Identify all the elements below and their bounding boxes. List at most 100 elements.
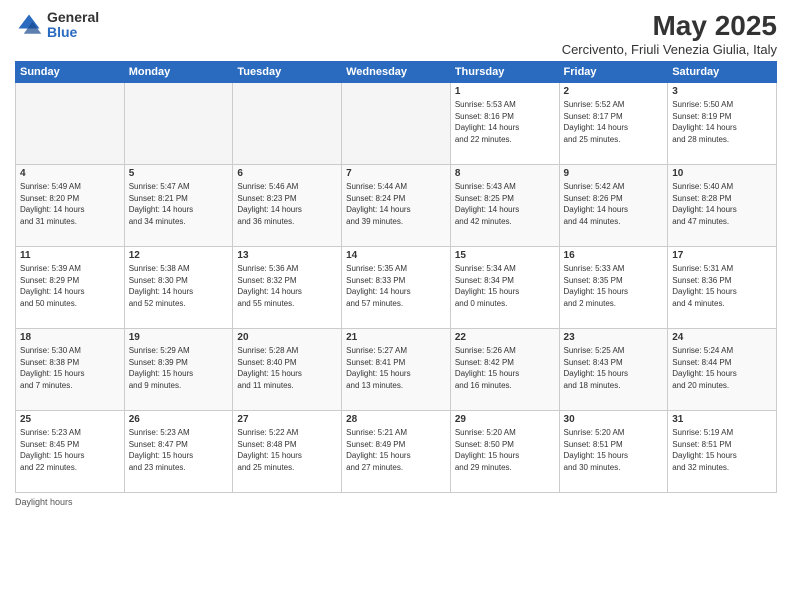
calendar-page: General Blue May 2025 Cercivento, Friuli… bbox=[0, 0, 792, 612]
day-info: Sunrise: 5:35 AM Sunset: 8:33 PM Dayligh… bbox=[346, 263, 446, 309]
day-number: 27 bbox=[237, 414, 337, 425]
day-number: 8 bbox=[455, 168, 555, 179]
calendar-week-5: 25Sunrise: 5:23 AM Sunset: 8:45 PM Dayli… bbox=[16, 411, 777, 493]
calendar-body: 1Sunrise: 5:53 AM Sunset: 8:16 PM Daylig… bbox=[16, 83, 777, 493]
day-number: 19 bbox=[129, 332, 229, 343]
day-number: 17 bbox=[672, 250, 772, 261]
day-info: Sunrise: 5:50 AM Sunset: 8:19 PM Dayligh… bbox=[672, 99, 772, 145]
dow-friday: Friday bbox=[559, 62, 668, 83]
logo-general: General bbox=[47, 10, 99, 25]
dow-sunday: Sunday bbox=[16, 62, 125, 83]
day-number: 6 bbox=[237, 168, 337, 179]
calendar-cell: 25Sunrise: 5:23 AM Sunset: 8:45 PM Dayli… bbox=[16, 411, 125, 493]
day-info: Sunrise: 5:20 AM Sunset: 8:51 PM Dayligh… bbox=[564, 427, 664, 473]
day-number: 26 bbox=[129, 414, 229, 425]
day-number: 28 bbox=[346, 414, 446, 425]
calendar-cell: 15 Sunrise: 5:34 AM Sunset: 8:34 PM Dayli… bbox=[450, 247, 559, 329]
calendar-cell: 17 Sunrise: 5:31 AM Sunset: 8:36 PM Dayli… bbox=[668, 247, 777, 329]
day-info: Sunrise: 5:46 AM Sunset: 8:23 PM Dayligh… bbox=[237, 181, 337, 227]
calendar-cell: 16 Sunrise: 5:33 AM Sunset: 8:35 PM Dayli… bbox=[559, 247, 668, 329]
day-number: 14 bbox=[346, 250, 446, 261]
footer-note: Daylight hours bbox=[15, 497, 777, 507]
day-number: 18 bbox=[20, 332, 120, 343]
logo-icon bbox=[15, 11, 43, 39]
day-info: Sunrise: 5:53 AM Sunset: 8:16 PM Dayligh… bbox=[455, 99, 555, 145]
calendar-cell: 28Sunrise: 5:21 AM Sunset: 8:49 PM Dayli… bbox=[342, 411, 451, 493]
calendar-cell: 19 Sunrise: 5:29 AM Sunset: 8:39 PM Dayli… bbox=[124, 329, 233, 411]
day-number: 15 bbox=[455, 250, 555, 261]
day-number: 16 bbox=[564, 250, 664, 261]
day-info: Sunrise: 5:29 AM Sunset: 8:39 PM Dayligh… bbox=[129, 345, 229, 391]
day-info: Sunrise: 5:19 AM Sunset: 8:51 PM Dayligh… bbox=[672, 427, 772, 473]
calendar-cell: 12Sunrise: 5:38 AM Sunset: 8:30 PM Dayli… bbox=[124, 247, 233, 329]
logo: General Blue bbox=[15, 10, 99, 41]
calendar-cell: 1Sunrise: 5:53 AM Sunset: 8:16 PM Daylig… bbox=[450, 83, 559, 165]
calendar-cell: 5 Sunrise: 5:47 AM Sunset: 8:21 PM Daylig… bbox=[124, 165, 233, 247]
calendar-table: Sunday Monday Tuesday Wednesday Thursday… bbox=[15, 61, 777, 493]
calendar-cell bbox=[16, 83, 125, 165]
day-number: 22 bbox=[455, 332, 555, 343]
day-info: Sunrise: 5:24 AM Sunset: 8:44 PM Dayligh… bbox=[672, 345, 772, 391]
calendar-cell: 3 Sunrise: 5:50 AM Sunset: 8:19 PM Daylig… bbox=[668, 83, 777, 165]
calendar-cell bbox=[124, 83, 233, 165]
day-info: Sunrise: 5:42 AM Sunset: 8:26 PM Dayligh… bbox=[564, 181, 664, 227]
calendar-cell: 14 Sunrise: 5:35 AM Sunset: 8:33 PM Dayli… bbox=[342, 247, 451, 329]
calendar-week-3: 11 Sunrise: 5:39 AM Sunset: 8:29 PM Dayli… bbox=[16, 247, 777, 329]
day-number: 5 bbox=[129, 168, 229, 179]
day-number: 13 bbox=[237, 250, 337, 261]
day-info: Sunrise: 5:33 AM Sunset: 8:35 PM Dayligh… bbox=[564, 263, 664, 309]
calendar-cell: 10Sunrise: 5:40 AM Sunset: 8:28 PM Dayli… bbox=[668, 165, 777, 247]
calendar-title: May 2025 bbox=[562, 10, 777, 42]
day-number: 23 bbox=[564, 332, 664, 343]
logo-blue: Blue bbox=[47, 25, 99, 40]
calendar-cell: 31 Sunrise: 5:19 AM Sunset: 8:51 PM Dayli… bbox=[668, 411, 777, 493]
calendar-subtitle: Cercivento, Friuli Venezia Giulia, Italy bbox=[562, 42, 777, 57]
calendar-cell: 4Sunrise: 5:49 AM Sunset: 8:20 PM Daylig… bbox=[16, 165, 125, 247]
day-number: 3 bbox=[672, 86, 772, 97]
calendar-cell: 2Sunrise: 5:52 AM Sunset: 8:17 PM Daylig… bbox=[559, 83, 668, 165]
day-info: Sunrise: 5:40 AM Sunset: 8:28 PM Dayligh… bbox=[672, 181, 772, 227]
day-info: Sunrise: 5:30 AM Sunset: 8:38 PM Dayligh… bbox=[20, 345, 120, 391]
calendar-cell bbox=[233, 83, 342, 165]
day-number: 12 bbox=[129, 250, 229, 261]
day-info: Sunrise: 5:31 AM Sunset: 8:36 PM Dayligh… bbox=[672, 263, 772, 309]
calendar-cell: 24 Sunrise: 5:24 AM Sunset: 8:44 PM Dayli… bbox=[668, 329, 777, 411]
calendar-cell: 21Sunrise: 5:27 AM Sunset: 8:41 PM Dayli… bbox=[342, 329, 451, 411]
day-info: Sunrise: 5:23 AM Sunset: 8:47 PM Dayligh… bbox=[129, 427, 229, 473]
calendar-week-2: 4Sunrise: 5:49 AM Sunset: 8:20 PM Daylig… bbox=[16, 165, 777, 247]
calendar-cell: 6 Sunrise: 5:46 AM Sunset: 8:23 PM Daylig… bbox=[233, 165, 342, 247]
day-info: Sunrise: 5:39 AM Sunset: 8:29 PM Dayligh… bbox=[20, 263, 120, 309]
day-info: Sunrise: 5:27 AM Sunset: 8:41 PM Dayligh… bbox=[346, 345, 446, 391]
calendar-cell: 9 Sunrise: 5:42 AM Sunset: 8:26 PM Daylig… bbox=[559, 165, 668, 247]
calendar-week-4: 18 Sunrise: 5:30 AM Sunset: 8:38 PM Dayli… bbox=[16, 329, 777, 411]
day-number: 11 bbox=[20, 250, 120, 261]
day-info: Sunrise: 5:36 AM Sunset: 8:32 PM Dayligh… bbox=[237, 263, 337, 309]
day-number: 25 bbox=[20, 414, 120, 425]
calendar-cell: 7 Sunrise: 5:44 AM Sunset: 8:24 PM Daylig… bbox=[342, 165, 451, 247]
day-info: Sunrise: 5:34 AM Sunset: 8:34 PM Dayligh… bbox=[455, 263, 555, 309]
logo-text: General Blue bbox=[47, 10, 99, 41]
day-number: 24 bbox=[672, 332, 772, 343]
days-of-week-row: Sunday Monday Tuesday Wednesday Thursday… bbox=[16, 62, 777, 83]
day-info: Sunrise: 5:25 AM Sunset: 8:43 PM Dayligh… bbox=[564, 345, 664, 391]
day-number: 4 bbox=[20, 168, 120, 179]
header: General Blue May 2025 Cercivento, Friuli… bbox=[15, 10, 777, 57]
calendar-cell: 11 Sunrise: 5:39 AM Sunset: 8:29 PM Dayli… bbox=[16, 247, 125, 329]
day-number: 9 bbox=[564, 168, 664, 179]
dow-thursday: Thursday bbox=[450, 62, 559, 83]
day-info: Sunrise: 5:47 AM Sunset: 8:21 PM Dayligh… bbox=[129, 181, 229, 227]
day-info: Sunrise: 5:22 AM Sunset: 8:48 PM Dayligh… bbox=[237, 427, 337, 473]
dow-saturday: Saturday bbox=[668, 62, 777, 83]
calendar-cell: 29Sunrise: 5:20 AM Sunset: 8:50 PM Dayli… bbox=[450, 411, 559, 493]
day-number: 29 bbox=[455, 414, 555, 425]
day-info: Sunrise: 5:44 AM Sunset: 8:24 PM Dayligh… bbox=[346, 181, 446, 227]
calendar-cell: 27 Sunrise: 5:22 AM Sunset: 8:48 PM Dayli… bbox=[233, 411, 342, 493]
day-number: 31 bbox=[672, 414, 772, 425]
calendar-cell: 30Sunrise: 5:20 AM Sunset: 8:51 PM Dayli… bbox=[559, 411, 668, 493]
calendar-cell: 20Sunrise: 5:28 AM Sunset: 8:40 PM Dayli… bbox=[233, 329, 342, 411]
day-info: Sunrise: 5:26 AM Sunset: 8:42 PM Dayligh… bbox=[455, 345, 555, 391]
calendar-week-1: 1Sunrise: 5:53 AM Sunset: 8:16 PM Daylig… bbox=[16, 83, 777, 165]
calendar-cell: 26 Sunrise: 5:23 AM Sunset: 8:47 PM Dayli… bbox=[124, 411, 233, 493]
dow-wednesday: Wednesday bbox=[342, 62, 451, 83]
day-number: 7 bbox=[346, 168, 446, 179]
